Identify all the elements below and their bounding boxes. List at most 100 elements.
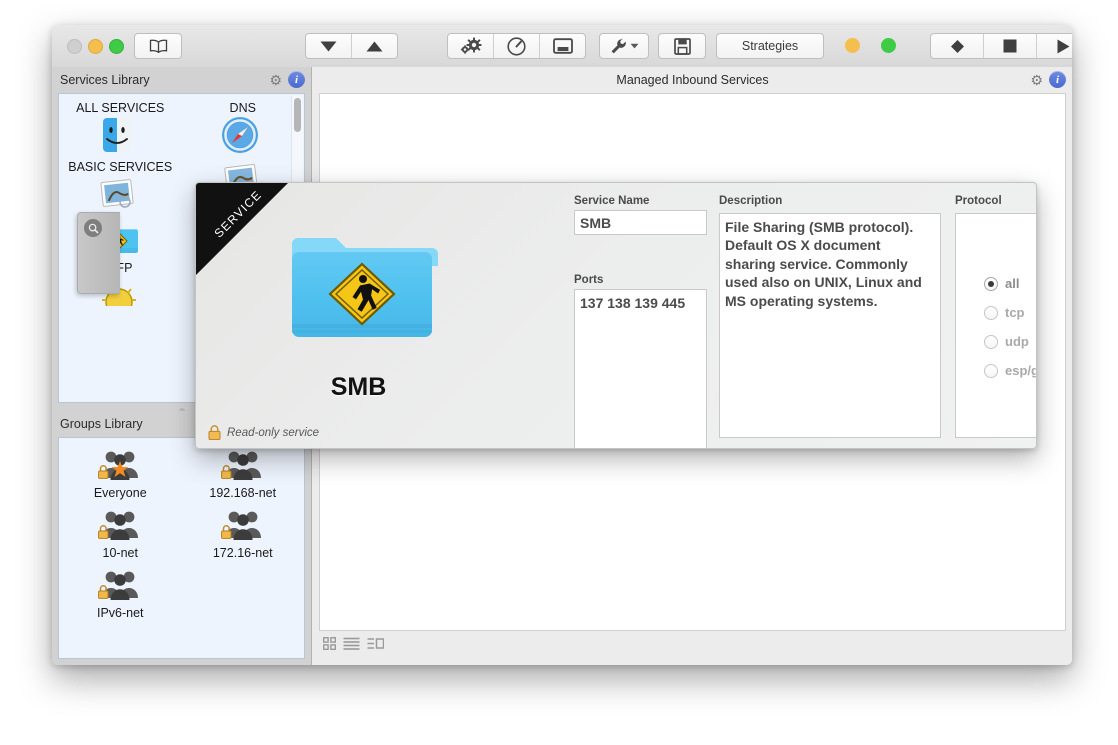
info-icon[interactable]: i [1049,71,1066,88]
protocol-option-esp-gre[interactable]: esp/gre [984,363,1037,378]
radio-button[interactable] [984,335,998,349]
info-icon[interactable]: i [288,71,305,88]
protocol-radio-group[interactable]: all tcp udp [984,276,1037,378]
main-pane-header: Managed Inbound Services ⚙ i [313,67,1072,93]
radio-label: udp [1005,334,1029,349]
ports-label: Ports [574,274,707,286]
gears-icon [460,37,482,55]
radio-button[interactable] [984,277,998,291]
strategies-button[interactable]: Strategies [716,33,824,59]
square-icon [1003,39,1017,53]
status-indicator-green [881,38,896,53]
window-titlebar: Strategies [52,25,1072,68]
display-button[interactable] [540,34,585,58]
transport-group[interactable] [930,33,1072,59]
magnifier-icon[interactable] [84,219,102,237]
groups-library-grid[interactable]: Everyone [58,437,305,659]
popover-search-tab[interactable] [77,212,120,294]
item-label: 192.168-net [209,486,276,500]
protocol-option-tcp[interactable]: tcp [984,305,1037,320]
wrench-icon [610,38,627,55]
pause-button[interactable] [931,34,984,58]
protocol-option-udp[interactable]: udp [984,334,1037,349]
popover-fields: Service Name SMB Ports 137 138 139 445 D… [521,183,1036,448]
item-label: ALL SERVICES [76,101,164,115]
app-window: Strategies [52,25,1072,665]
radio-label: tcp [1005,305,1025,320]
item-label: BASIC SERVICES [68,160,172,174]
description-input[interactable]: File Sharing (SMB protocol). Default OS … [719,213,941,438]
stop-button[interactable] [984,34,1037,58]
main-pane-title: Managed Inbound Services [616,73,768,87]
groups-item-10-net[interactable]: 10-net [59,502,182,562]
lock-badge [99,466,108,479]
protocol-option-all[interactable]: all [984,276,1037,291]
services-item-all-services[interactable]: ALL SERVICES [59,98,182,157]
services-item-dns[interactable]: DNS [182,98,305,157]
protocol-label: Protocol [955,195,1037,207]
diamond-icon [950,39,965,54]
protocol-box: all tcp udp [955,213,1037,438]
safari-compass-icon [220,115,266,155]
ports-input[interactable]: 137 138 139 445 [574,289,707,449]
status-indicator-amber [845,38,860,53]
zoom-button[interactable] [109,39,124,54]
groups-item-everyone[interactable]: Everyone [59,442,182,502]
grid-view-icon[interactable] [323,637,336,650]
item-label: 10-net [103,546,138,560]
gear-icon[interactable]: ⚙ [1030,73,1043,87]
radio-label: all [1005,276,1019,291]
play-button[interactable] [1037,34,1072,58]
strategies-label: Strategies [742,39,798,53]
groups-library-wrap: Everyone [52,437,311,665]
preferences-button[interactable] [448,34,494,58]
move-up-button[interactable] [352,34,397,58]
main-pane-tools: ⚙ i [1030,71,1066,88]
scrollbar-thumb[interactable] [294,98,301,132]
description-label: Description [719,195,941,207]
service-name-label: Service Name [574,195,707,207]
move-down-button[interactable] [306,34,352,58]
service-name-input[interactable]: SMB [574,210,707,235]
protocol-column: Protocol all tcp [955,195,1037,438]
radio-button[interactable] [984,364,998,378]
strategy-tools-button[interactable] [599,33,649,59]
view-mode-switcher[interactable] [323,637,384,650]
dashboard-button[interactable] [494,34,540,58]
display-icon [553,38,573,54]
minimize-button[interactable] [88,39,103,54]
finder-face-icon [97,115,143,155]
nav-arrows-group[interactable] [305,33,398,59]
column-view-icon[interactable] [367,637,384,650]
list-view-icon[interactable] [343,637,360,650]
services-item-basic-services[interactable]: BASIC SERVICES [59,157,182,217]
save-button[interactable] [658,33,706,59]
gear-icon[interactable]: ⚙ [269,73,282,87]
group-locked-icon [97,565,143,605]
radio-label: esp/gre [1005,363,1037,378]
item-label: Everyone [94,486,147,500]
triangle-down-icon [320,41,337,52]
groups-items: Everyone [59,438,304,658]
groups-item-172-16-net[interactable]: 172.16-net [182,502,305,562]
lock-badge [221,526,230,539]
mail-stamp-icon [97,174,143,214]
book-button[interactable] [134,33,182,59]
radio-button[interactable] [984,306,998,320]
item-label: IPv6-net [97,606,144,620]
item-label: 172.16-net [213,546,273,560]
blue-folder-pedestrian-icon [286,228,438,346]
description-column: Description File Sharing (SMB protocol).… [719,195,941,438]
triangle-up-icon [366,41,383,52]
groups-library-title: Groups Library [60,417,143,431]
tools-group[interactable] [447,33,586,59]
service-name-heading: SMB [196,373,521,402]
groups-item-192-168-net[interactable]: 192.168-net [182,442,305,502]
popover-identity: SMB Read-only service [196,183,521,448]
service-detail-popover[interactable]: SERVICE [195,182,1037,449]
floppy-disk-icon [674,38,691,55]
window-content: Services Library ⚙ i ALL SERVICES [52,67,1072,665]
groups-item-ipv6-net[interactable]: IPv6-net [59,562,182,622]
close-button[interactable] [67,39,82,54]
group-locked-icon [220,505,266,545]
